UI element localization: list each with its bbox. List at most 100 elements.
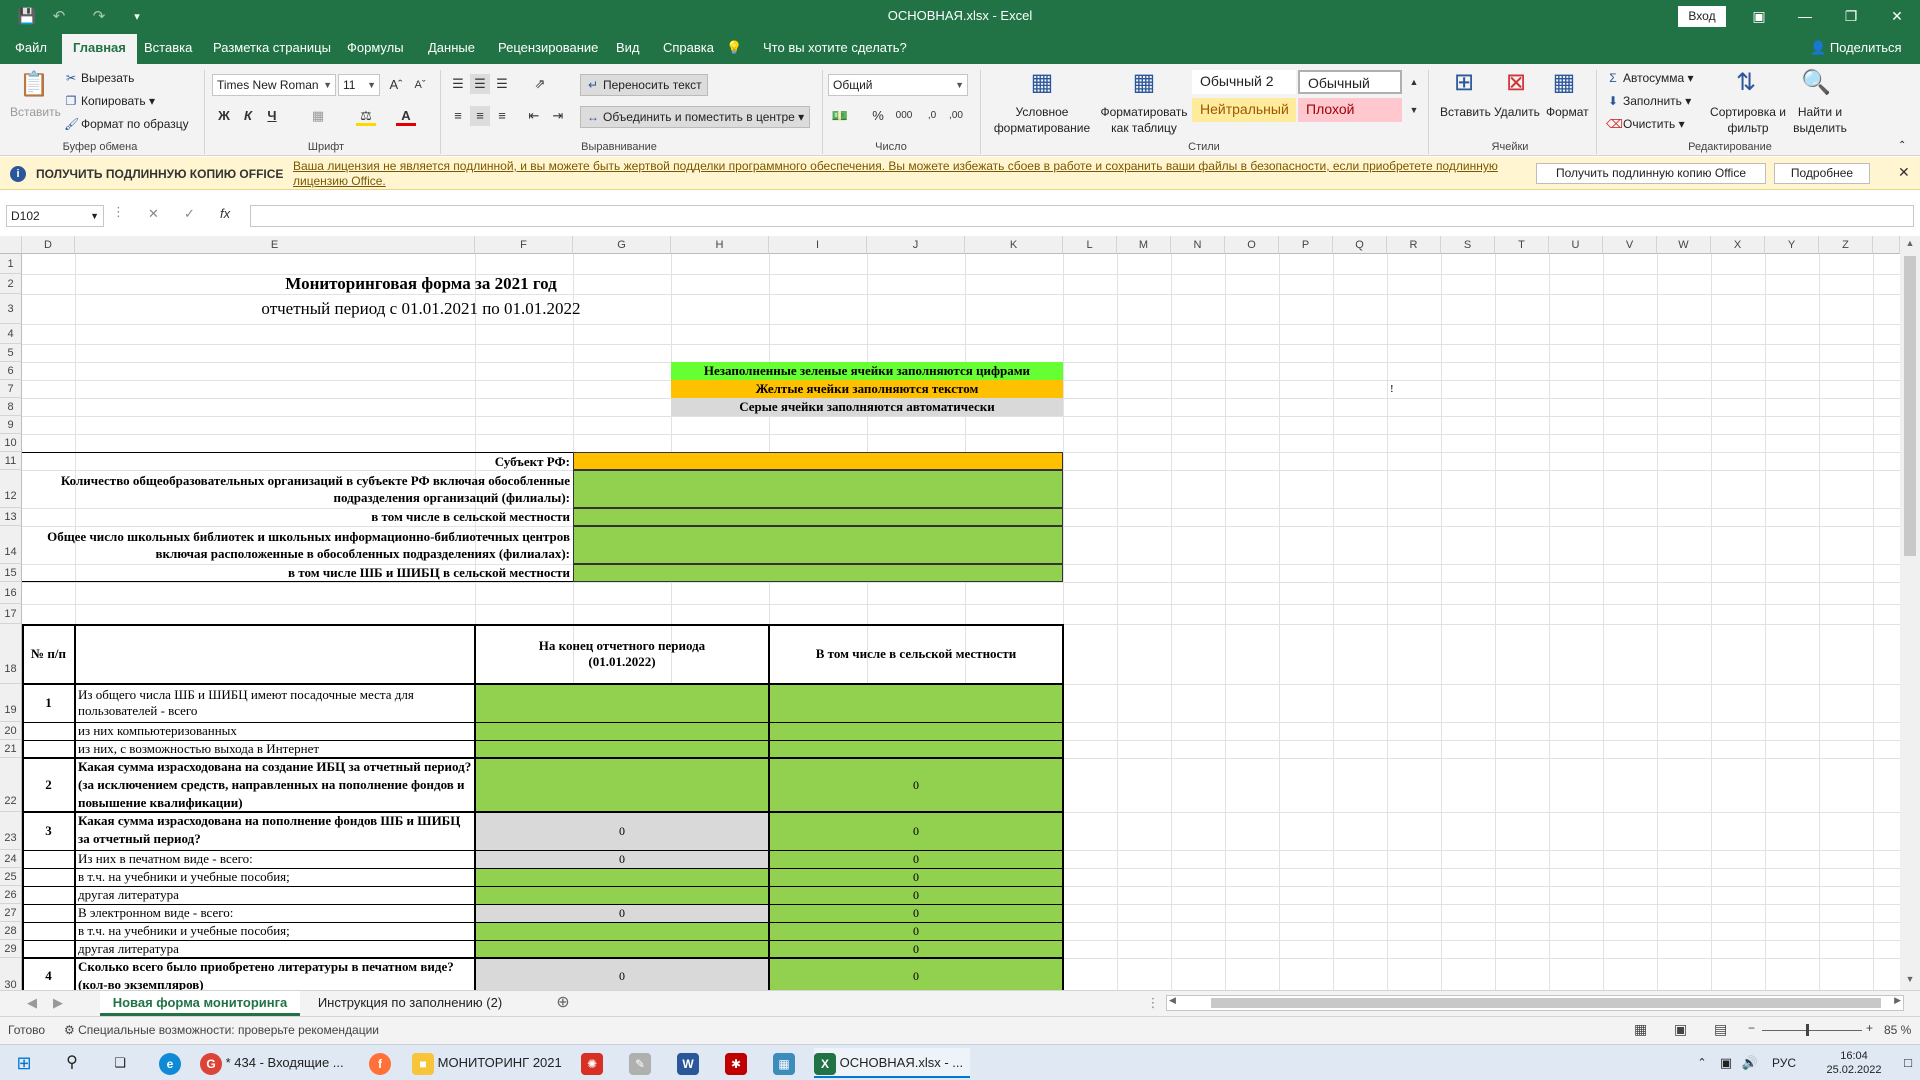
row-header[interactable]: 4 — [0, 324, 22, 344]
row-header[interactable]: 6 — [0, 362, 22, 380]
fill-button[interactable]: ⬇ Заполнить ▾ — [1606, 93, 1691, 109]
tab-home[interactable]: Главная — [62, 34, 137, 64]
scroll-down-icon[interactable]: ▼ — [1900, 974, 1920, 984]
table-value[interactable]: 0 — [769, 850, 1063, 868]
row-header[interactable]: 20 — [0, 722, 22, 740]
increase-decimal-icon[interactable]: ,0 — [922, 106, 942, 126]
delete-cells-button[interactable]: Удалить — [1494, 104, 1540, 120]
insert-cells-icon[interactable]: ⊞ — [1444, 66, 1484, 100]
borders-icon[interactable]: ▦ — [308, 106, 328, 126]
sheet-tab-instruction[interactable]: Инструкция по заполнению (2) — [310, 991, 510, 1016]
table-input[interactable] — [475, 940, 769, 958]
zoom-level[interactable]: 85 % — [1884, 1023, 1911, 1037]
table-value[interactable]: 0 — [769, 812, 1063, 850]
restore-icon[interactable]: ❐ — [1828, 0, 1874, 34]
minimize-icon[interactable]: — — [1782, 0, 1828, 34]
style-normal2[interactable]: Обычный 2 — [1192, 70, 1296, 94]
language-indicator[interactable]: РУС — [1768, 1048, 1800, 1078]
col-header[interactable]: V — [1603, 236, 1657, 254]
row-header[interactable]: 13 — [0, 508, 22, 526]
next-sheet-icon[interactable]: ▶ — [48, 991, 68, 1016]
align-top-icon[interactable]: ☰ — [448, 74, 468, 94]
row-header[interactable]: 22 — [0, 758, 22, 812]
share-button[interactable]: 👤 Поделиться — [1810, 34, 1902, 64]
decrease-indent-icon[interactable]: ⇤ — [524, 106, 544, 126]
find-select-icon[interactable]: 🔍 — [1796, 66, 1836, 100]
app-icon[interactable]: ✺ — [576, 1048, 608, 1078]
format-painter-button[interactable]: 🖌 Формат по образцу — [64, 116, 189, 132]
zoom-slider-thumb[interactable] — [1806, 1024, 1809, 1036]
volume-icon[interactable]: 🔊 — [1740, 1048, 1760, 1078]
col-header[interactable]: U — [1549, 236, 1603, 254]
normal-view-icon[interactable]: ▦ — [1634, 1021, 1647, 1038]
enter-icon[interactable]: ✓ — [184, 206, 195, 222]
col-header[interactable]: M — [1117, 236, 1171, 254]
collapse-ribbon-icon[interactable]: ⌃ — [1898, 138, 1906, 154]
col-header[interactable]: Z — [1819, 236, 1873, 254]
more-info-button[interactable]: Подробнее — [1774, 163, 1870, 184]
row-header[interactable]: 12 — [0, 470, 22, 508]
scroll-thumb[interactable] — [1211, 998, 1881, 1008]
tray-chevron-icon[interactable]: ⌃ — [1694, 1048, 1710, 1078]
row-header[interactable]: 19 — [0, 684, 22, 722]
row-header[interactable]: 25 — [0, 868, 22, 886]
taskbar-folder[interactable]: ■ МОНИТОРИНГ 2021 — [412, 1048, 562, 1078]
row-header[interactable]: 23 — [0, 812, 22, 850]
taskbar-excel[interactable]: X ОСНОВНАЯ.xlsx - ... — [814, 1048, 970, 1078]
bold-icon[interactable]: Ж — [214, 106, 234, 126]
zoom-slider[interactable] — [1762, 1030, 1862, 1031]
table-input[interactable] — [769, 722, 1063, 740]
table-value[interactable]: 0 — [769, 868, 1063, 886]
table-input[interactable] — [475, 740, 769, 758]
percent-icon[interactable]: % — [868, 106, 888, 126]
autosum-button[interactable]: Σ Автосумма ▾ — [1606, 70, 1693, 86]
ribbon-display-icon[interactable]: ▣ — [1736, 0, 1782, 34]
merge-center-button[interactable]: ↔ Объединить и поместить в центре ▾ — [580, 106, 811, 128]
col-header[interactable]: W — [1657, 236, 1711, 254]
tab-view[interactable]: Вид — [605, 34, 651, 64]
col-header[interactable]: H — [671, 236, 769, 254]
row-header[interactable]: 27 — [0, 904, 22, 922]
app-icon[interactable]: ▦ — [768, 1048, 800, 1078]
col-header[interactable]: Q — [1333, 236, 1387, 254]
scroll-right-icon[interactable]: ▶ — [1894, 995, 1901, 1006]
insert-function-icon[interactable]: fx — [220, 206, 230, 221]
table-input[interactable] — [475, 684, 769, 722]
edge-icon[interactable]: e — [154, 1048, 186, 1078]
sheet-tab-monitoring[interactable]: Новая форма мониторинга — [100, 991, 300, 1016]
orgs-rural-input[interactable] — [573, 508, 1063, 526]
col-header[interactable]: F — [475, 236, 573, 254]
tell-me-search[interactable]: Что вы хотите сделать? — [752, 34, 918, 64]
col-header[interactable]: R — [1387, 236, 1441, 254]
grow-font-icon[interactable]: Aˆ — [386, 75, 406, 95]
col-header[interactable]: S — [1441, 236, 1495, 254]
row-header[interactable]: 24 — [0, 850, 22, 868]
col-header[interactable]: X — [1711, 236, 1765, 254]
row-header[interactable]: 5 — [0, 344, 22, 362]
undo-icon[interactable]: ↶ — [44, 5, 74, 29]
currency-icon[interactable]: 💵 — [830, 106, 850, 126]
format-cells-icon[interactable]: ▦ — [1544, 66, 1584, 100]
col-header[interactable]: D — [22, 236, 75, 254]
row-header[interactable]: 10 — [0, 434, 22, 452]
search-icon[interactable]: ⚲ — [56, 1048, 88, 1078]
table-input[interactable] — [769, 684, 1063, 722]
save-icon[interactable]: 💾 — [12, 5, 42, 29]
row-header[interactable]: 21 — [0, 740, 22, 758]
subject-input[interactable] — [573, 452, 1063, 470]
table-value[interactable]: 0 — [769, 758, 1063, 812]
clock[interactable]: 16:04 25.02.2022 — [1814, 1048, 1894, 1078]
tab-review[interactable]: Рецензирование — [487, 34, 609, 64]
align-middle-icon[interactable]: ☰ — [470, 74, 490, 94]
table-input[interactable] — [475, 868, 769, 886]
row-header[interactable]: 8 — [0, 398, 22, 416]
col-header[interactable]: P — [1279, 236, 1333, 254]
table-value[interactable]: 0 — [769, 922, 1063, 940]
col-header[interactable]: J — [867, 236, 965, 254]
row-header[interactable]: 15 — [0, 564, 22, 582]
horizontal-scrollbar[interactable]: ◀ ▶ — [1166, 995, 1904, 1011]
conditional-formatting-button[interactable]: Условное форматирование — [986, 104, 1098, 136]
app-icon[interactable]: ✎ — [624, 1048, 656, 1078]
find-select-button[interactable]: Найти и выделить — [1790, 104, 1850, 136]
format-as-table-button[interactable]: Форматировать как таблицу — [1096, 104, 1192, 136]
